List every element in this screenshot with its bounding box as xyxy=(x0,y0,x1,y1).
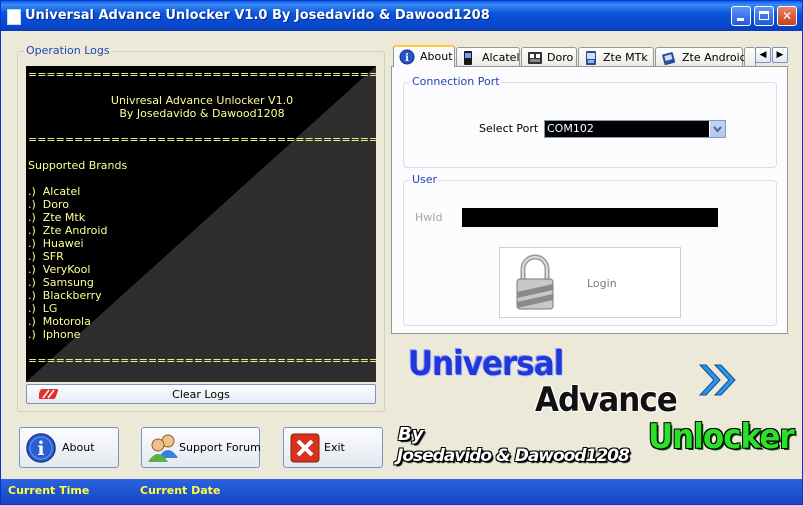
login-button[interactable]: Login xyxy=(499,247,681,318)
tab-zte-android-label: Zte Android xyxy=(682,51,747,64)
about-button-label: About xyxy=(62,441,95,454)
log-line: .) Zte Android xyxy=(28,224,108,237)
fast-forward-icon xyxy=(696,361,740,402)
log-line: .) Alcatel xyxy=(28,185,81,198)
port-select[interactable]: COM102 xyxy=(544,120,726,138)
tab-zte-mtk[interactable]: Zte MTk xyxy=(578,47,654,66)
brand-unlocker-text: Unlocker xyxy=(648,417,795,457)
log-line: .) Samsung xyxy=(28,276,94,289)
tab-zte-mtk-label: Zte MTk xyxy=(603,51,648,64)
login-label: Login xyxy=(587,277,617,290)
title-bar[interactable]: Universal Advance Unlocker V1.0 By Josed… xyxy=(1,1,802,31)
padlock-icon xyxy=(514,252,556,315)
log-line: Univresal Advance Unlocker V1.0 xyxy=(110,94,294,107)
log-line: Supported Brands xyxy=(28,159,128,172)
support-forum-label: Support Forum xyxy=(179,441,261,454)
log-text: ========================================… xyxy=(28,68,376,367)
about-button[interactable]: i About xyxy=(19,427,119,468)
status-bar: Current Time Current Date xyxy=(1,479,802,504)
clear-logs-label: Clear Logs xyxy=(172,388,230,401)
hwid-field[interactable] xyxy=(462,208,718,227)
connection-port-label: Connection Port xyxy=(410,75,502,88)
about-tab-panel: Connection Port Select Port COM102 User … xyxy=(391,66,788,334)
clear-logs-button[interactable]: Clear Logs xyxy=(26,384,376,404)
select-port-label: Select Port xyxy=(479,122,539,135)
exit-button[interactable]: Exit xyxy=(283,427,383,468)
users-icon xyxy=(147,432,179,467)
log-line: .) Zte Mtk xyxy=(28,211,86,224)
maximize-icon xyxy=(759,11,769,20)
log-line: .) LG xyxy=(28,302,58,315)
maximize-button[interactable] xyxy=(754,6,774,26)
log-line: .) Huawei xyxy=(28,237,84,250)
tab-doro-label: Doro xyxy=(547,51,574,64)
log-line: .) Blackberry xyxy=(28,289,102,302)
log-line: .) Motorola xyxy=(28,315,91,328)
close-button[interactable]: ✕ xyxy=(777,6,797,26)
tab-about[interactable]: i About xyxy=(393,45,455,67)
exit-button-label: Exit xyxy=(324,441,345,454)
close-icon xyxy=(289,432,321,467)
tab-scroll-left-button[interactable]: ◀ xyxy=(755,47,771,63)
tab-alcatel[interactable]: Alcatel xyxy=(456,47,520,66)
log-line: .) Doro xyxy=(28,198,69,211)
user-group: User HwId : Login xyxy=(403,173,777,326)
window-title: Universal Advance Unlocker V1.0 By Josed… xyxy=(25,8,490,23)
tab-zte-android[interactable]: Zte Android xyxy=(655,47,747,66)
log-line: ========================================… xyxy=(28,133,376,146)
log-line: ========================================… xyxy=(28,68,376,81)
brand-by-text: By xyxy=(398,424,424,445)
brand-authors-text: Josedavido & Dawood1208 xyxy=(397,446,630,466)
current-time-label: Current Time xyxy=(8,484,90,497)
log-line: ========================================… xyxy=(28,354,376,367)
minimize-button[interactable] xyxy=(731,6,751,26)
log-line: .) SFR xyxy=(28,250,64,263)
tab-strip: i About Alcatel Doro Zte MTk Zte Android… xyxy=(391,45,789,67)
brand-advance-text: Advance xyxy=(535,380,678,420)
log-output[interactable]: ========================================… xyxy=(26,66,376,382)
svg-text:i: i xyxy=(37,438,44,460)
app-icon xyxy=(7,9,21,25)
tab-doro[interactable]: Doro xyxy=(521,47,577,66)
log-line: .) Iphone xyxy=(28,328,81,341)
user-group-label: User xyxy=(410,173,440,186)
svg-text:i: i xyxy=(405,53,409,64)
minimize-icon xyxy=(737,18,744,21)
log-line: .) VeryKool xyxy=(28,263,91,276)
connection-port-group: Connection Port Select Port COM102 xyxy=(403,75,777,168)
log-line: By Josedavido & Dawood1208 xyxy=(119,107,285,120)
main-window: Universal Advance Unlocker V1.0 By Josed… xyxy=(0,0,803,505)
support-forum-button[interactable]: Support Forum xyxy=(141,427,261,468)
tab-scroll-right-button[interactable]: ▶ xyxy=(772,47,788,63)
tab-about-label: About xyxy=(420,50,453,63)
hwid-label: HwId xyxy=(415,211,443,224)
info-icon: i xyxy=(399,49,415,68)
operation-logs-label: Operation Logs xyxy=(24,44,112,57)
port-select-value: COM102 xyxy=(547,122,594,135)
tab-alcatel-label: Alcatel xyxy=(482,51,520,64)
close-icon: ✕ xyxy=(781,9,793,23)
operation-logs-group: Operation Logs =========================… xyxy=(17,44,385,412)
brand-universal-text: Universal xyxy=(408,344,564,384)
info-icon: i xyxy=(25,432,57,467)
current-date-label: Current Date xyxy=(140,484,221,497)
chevron-down-icon[interactable] xyxy=(709,121,725,137)
